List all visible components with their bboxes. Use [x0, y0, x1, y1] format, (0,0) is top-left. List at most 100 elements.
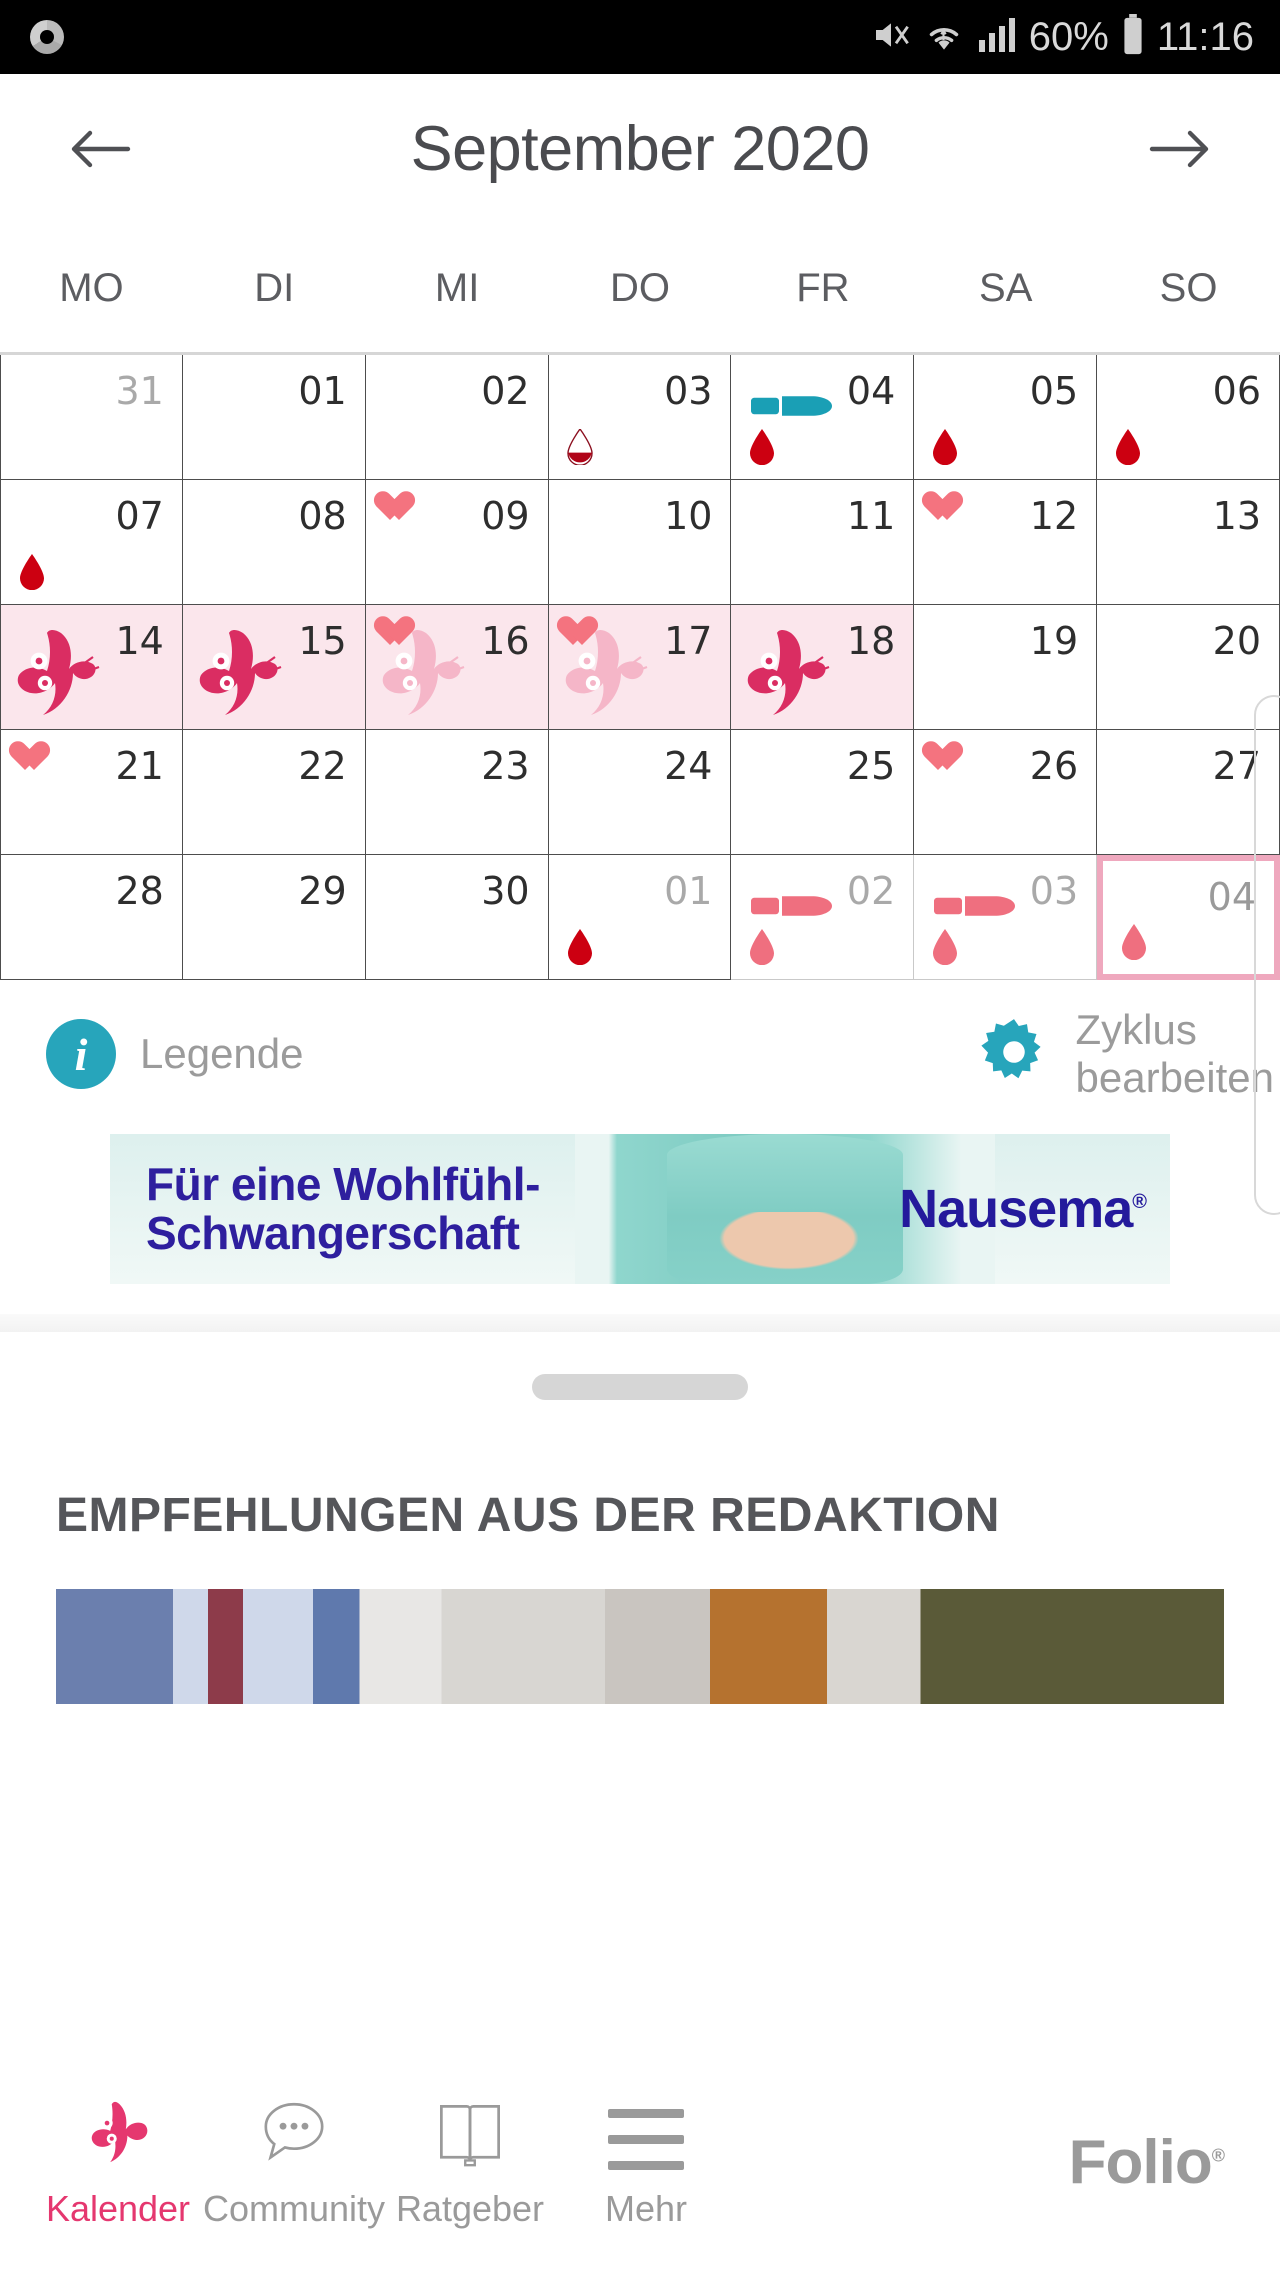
ad-headline: Für eine Wohlfühl- Schwangerschaft	[146, 1160, 540, 1258]
calendar-day-cell[interactable]: 25	[731, 730, 915, 855]
section-divider	[0, 1314, 1280, 1332]
calendar-day-cell[interactable]: 16	[365, 605, 549, 730]
nav-label-kalender: Kalender	[45, 2188, 191, 2229]
calendar-day-cell[interactable]: 12	[914, 480, 1098, 605]
calendar-day-number: 15	[298, 619, 347, 663]
ad-banner[interactable]: Für eine Wohlfühl- Schwangerschaft Nause…	[110, 1134, 1170, 1284]
calendar-day-cell[interactable]: 09	[365, 480, 549, 605]
calendar-day-cell[interactable]: 02	[731, 855, 915, 980]
calendar-day-number: 26	[1029, 744, 1079, 788]
calendar-day-cell[interactable]: 14	[0, 605, 183, 730]
calendar-day-cell[interactable]: 02	[365, 355, 549, 480]
previous-month-button[interactable]	[60, 109, 140, 189]
calendar-day-number: 29	[298, 869, 347, 913]
calendar-day-cell[interactable]: 28	[0, 855, 183, 980]
next-month-button[interactable]	[1140, 109, 1220, 189]
calendar-day-cell[interactable]: 15	[182, 605, 366, 730]
calendar-day-number: 18	[846, 619, 896, 663]
info-icon: i	[46, 1019, 116, 1089]
calendar: 31 01 02 03 04 05 06 07 08 09 10 11 12 13 14 15 16 17 18 19…	[0, 352, 1280, 1215]
edit-cycle-button[interactable]: Zyklus bearbeiten	[976, 1006, 1280, 1102]
calendar-day-number: 22	[298, 744, 347, 788]
calendar-day-cell[interactable]: 27	[1097, 730, 1280, 855]
calendar-day-number: 01	[664, 869, 713, 913]
calendar-day-number: 24	[664, 744, 713, 788]
calendar-day-number: 30	[481, 869, 530, 913]
calendar-day-cell[interactable]: 03	[548, 355, 732, 480]
nav-label-community: Community	[202, 2188, 386, 2229]
battery-icon	[1121, 13, 1145, 61]
drag-handle[interactable]	[532, 1374, 748, 1400]
calendar-day-cell[interactable]: 30	[365, 855, 549, 980]
legend-button[interactable]: i Legende	[46, 1019, 304, 1089]
ad-brand-logo: Nausema®	[899, 1178, 1147, 1240]
folio-brand-name: Folio	[1068, 2127, 1213, 2197]
page-title: September 2020	[410, 114, 870, 184]
status-bar-right: 60% 11:16	[871, 13, 1254, 61]
calendar-day-number: 17	[664, 619, 713, 663]
calendar-day-number: 02	[846, 869, 896, 913]
blood-drop-light-icon	[566, 429, 593, 465]
calendar-day-cell[interactable]: 22	[182, 730, 366, 855]
calendar-day-cell[interactable]: 07	[0, 480, 183, 605]
calendar-day-cell[interactable]: 17	[548, 605, 732, 730]
calendar-day-cell[interactable]: 18	[731, 605, 915, 730]
calendar-day-cell[interactable]: 01	[182, 355, 366, 480]
nav-item-mehr[interactable]: Mehr	[558, 2094, 734, 2230]
recommendation-photo[interactable]	[56, 1589, 1224, 1704]
calendar-day-cell[interactable]: 11	[731, 480, 915, 605]
blood-drop-icon	[749, 429, 775, 465]
blood-drop-icon	[932, 429, 958, 465]
nav-item-kalender[interactable]: Kalender	[30, 2094, 206, 2230]
blood-drop-icon	[19, 554, 45, 590]
weekday-label: MO	[59, 265, 124, 310]
calendar-day-cell[interactable]: 06	[1097, 355, 1280, 480]
calendar-day-cell[interactable]: 31	[0, 355, 183, 480]
hamburger-line	[608, 2161, 684, 2170]
nav-label-mehr: Mehr	[604, 2188, 688, 2229]
calendar-day-number: 05	[1029, 369, 1079, 413]
mute-icon	[871, 15, 911, 60]
calendar-day-number: 06	[1212, 369, 1261, 413]
calendar-day-number: 13	[1212, 494, 1261, 538]
calendar-day-cell[interactable]: 08	[182, 480, 366, 605]
nav-item-ratgeber[interactable]: Ratgeber	[382, 2094, 558, 2230]
calendar-day-cell[interactable]: 04	[1097, 855, 1280, 980]
weekday-label: MI	[434, 265, 480, 310]
wifi-icon	[923, 16, 965, 59]
hamburger-line	[608, 2135, 684, 2144]
calendar-day-cell[interactable]: 24	[548, 730, 732, 855]
calendar-day-cell[interactable]: 10	[548, 480, 732, 605]
calendar-day-cell[interactable]: 19	[914, 605, 1098, 730]
calendar-day-number: 01	[298, 369, 347, 413]
calendar-day-number: 31	[115, 369, 164, 413]
folio-logo: Folio®	[1068, 2127, 1225, 2198]
calendar-day-cell[interactable]: 26	[914, 730, 1098, 855]
calendar-day-number: 14	[115, 619, 164, 663]
nav-item-community[interactable]: Community	[202, 2094, 386, 2230]
calendar-day-cell[interactable]: 04	[731, 355, 915, 480]
hamburger-icon	[608, 2094, 684, 2170]
calendar-day-number: 03	[1029, 869, 1079, 913]
tampon-icon	[751, 391, 847, 421]
calendar-day-cell[interactable]: 13	[1097, 480, 1280, 605]
calendar-day-cell[interactable]: 21	[0, 730, 183, 855]
calendar-day-cell[interactable]: 23	[365, 730, 549, 855]
calendar-day-number: 23	[481, 744, 530, 788]
drag-handle-area	[0, 1332, 1280, 1442]
calendar-day-cell[interactable]: 05	[914, 355, 1098, 480]
hamburger-lines	[608, 2109, 684, 2170]
legend-label: Legende	[140, 1030, 304, 1077]
calendar-day-number: 04	[1207, 875, 1256, 919]
calendar-day-cell[interactable]: 03	[914, 855, 1098, 980]
chrome-icon	[30, 20, 64, 54]
blood-drop-predicted-icon	[1121, 924, 1147, 960]
signal-bars-icon	[977, 16, 1017, 59]
butterfly-icon	[80, 2094, 156, 2170]
blood-drop-predicted-icon	[932, 929, 958, 965]
folio-brand-mark: ®	[1211, 2144, 1225, 2165]
calendar-day-cell[interactable]: 01	[548, 855, 732, 980]
calendar-day-cell[interactable]: 29	[182, 855, 366, 980]
calendar-day-cell[interactable]: 20	[1097, 605, 1280, 730]
tampon-predicted-icon	[751, 891, 847, 921]
